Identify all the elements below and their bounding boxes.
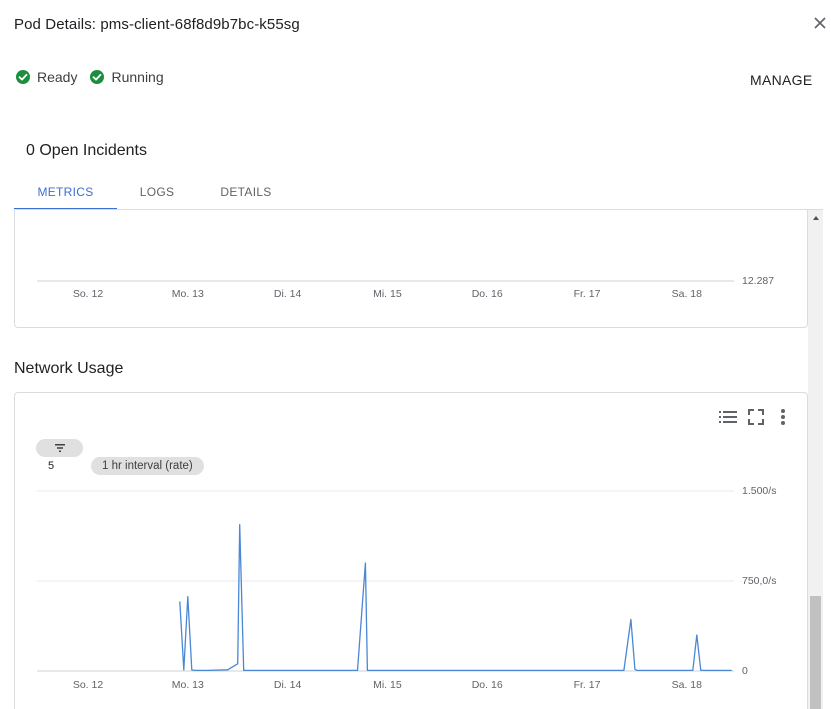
- x-tick-label: Sa. 18: [672, 288, 703, 300]
- x-tick-label: Di. 14: [274, 288, 302, 300]
- x-tick-label: Mi. 15: [373, 288, 402, 300]
- y-tick-label: 0: [742, 665, 748, 677]
- x-tick-label: Mo. 13: [172, 679, 204, 691]
- x-tick-label: So. 12: [73, 679, 104, 691]
- series-line: [179, 523, 732, 672]
- y-tick-label: 750,0/s: [742, 575, 776, 587]
- x-tick-label: Fr. 17: [574, 288, 601, 300]
- x-tick-label: Mi. 15: [373, 679, 402, 691]
- y-tick-label: 12.287: [742, 275, 774, 287]
- charts-svg: 12.287 So. 12 Mo. 13 Di. 14 Mi. 15 Do. 16 Fr. …: [37, 275, 776, 691]
- y-tick-label: 1.500/s: [742, 485, 776, 497]
- x-tick-label: Mo. 13: [172, 288, 204, 300]
- top-metric-chart: 12.287 So. 12 Mo. 13 Di. 14 Mi. 15 Do. 16 Fr. …: [37, 275, 774, 300]
- x-tick-label: So. 12: [73, 288, 104, 300]
- x-tick-label: Di. 14: [274, 679, 302, 691]
- x-tick-label: Sa. 18: [672, 679, 703, 691]
- x-tick-label: Fr. 17: [574, 679, 601, 691]
- network-usage-chart: 0 750,0/s 1.500/s So. 12 Mo. 13 Di. 14 Mi. 15 D…: [37, 485, 776, 691]
- x-tick-label: Do. 16: [472, 288, 503, 300]
- x-tick-label: Do. 16: [472, 679, 503, 691]
